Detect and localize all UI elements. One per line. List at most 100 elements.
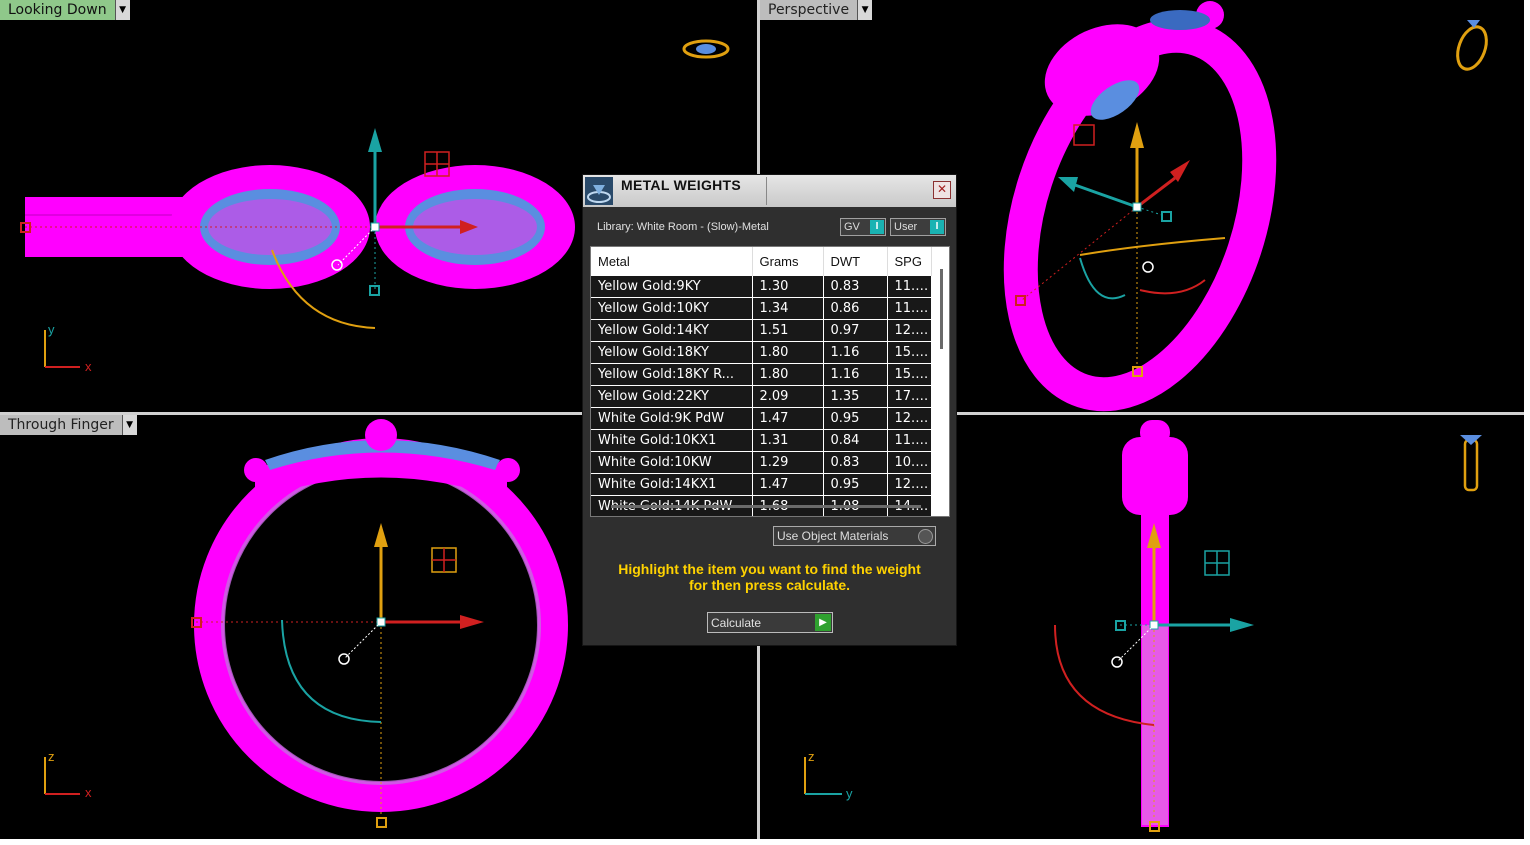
metal-weights-dialog: METAL WEIGHTS ✕ Library: White Room - (S… — [582, 174, 957, 646]
metal-table[interactable]: Metal Grams DWT SPG Yellow Gold:9KY 1.30 0… — [590, 246, 950, 517]
user-toggle[interactable]: User I — [890, 218, 946, 236]
dwt-cell: 1.35 — [823, 385, 888, 408]
gv-toggle-label: GV — [844, 221, 860, 233]
column-header-dwt[interactable]: DWT — [823, 247, 888, 276]
viewport-label-text: Looking Down — [0, 0, 115, 20]
spg-cell: 11.08 — [887, 276, 932, 298]
dwt-cell: 1.16 — [823, 363, 888, 386]
toggle-indicator-icon: I — [930, 220, 944, 234]
table-row[interactable]: White Gold:10KW 1.29 0.83 10.99 — [591, 451, 932, 474]
window-edge-bottom — [0, 839, 1530, 845]
library-label: Library: White Room - (Slow)-Metal — [597, 221, 769, 233]
ring-icon — [1456, 20, 1488, 71]
viewport-label-looking-down[interactable]: Looking Down ▼ — [0, 0, 130, 20]
svg-text:y: y — [846, 786, 853, 801]
horizontal-scrollbar[interactable] — [611, 505, 921, 508]
gv-toggle[interactable]: GV I — [840, 218, 886, 236]
table-row[interactable]: White Gold:14KX1 1.47 0.95 12.61 — [591, 473, 932, 496]
grams-cell: 1.29 — [752, 451, 824, 474]
table-row[interactable]: Yellow Gold:22KY 2.09 1.35 17.89 — [591, 385, 932, 408]
metal-cell: Yellow Gold:9KY — [591, 276, 753, 298]
grams-cell: 1.80 — [752, 341, 824, 364]
column-header-grams[interactable]: Grams — [752, 247, 824, 276]
dwt-cell: 0.84 — [823, 429, 888, 452]
grams-cell: 1.47 — [752, 407, 824, 430]
dwt-cell: 0.97 — [823, 319, 888, 342]
grams-cell: 1.34 — [752, 297, 824, 320]
viewport-label-text: Through Finger — [0, 415, 122, 435]
spg-cell: 10.99 — [887, 451, 932, 474]
spg-cell: 12.61 — [887, 473, 932, 496]
chevron-down-icon[interactable]: ▼ — [857, 0, 873, 20]
svg-text:z: z — [48, 749, 55, 764]
metal-cell: Yellow Gold:18KY — [591, 341, 753, 364]
ring-icon — [1460, 435, 1482, 492]
spg-cell: 15.41 — [887, 341, 932, 364]
table-row[interactable]: Yellow Gold:14KY 1.51 0.97 12.88 — [591, 319, 932, 342]
grams-cell: 1.80 — [752, 363, 824, 386]
grams-cell: 1.31 — [752, 429, 824, 452]
metal-weights-table: Metal Grams DWT SPG Yellow Gold:9KY 1.30 0… — [591, 247, 932, 516]
spg-cell: 17.89 — [887, 385, 932, 408]
grams-cell: 2.09 — [752, 385, 824, 408]
metal-cell: White Gold:14KX1 — [591, 473, 753, 496]
svg-text:y: y — [48, 322, 55, 337]
instruction-line-2: for then press calculate. — [688, 577, 851, 593]
dwt-cell: 1.16 — [823, 341, 888, 364]
grams-cell: 1.51 — [752, 319, 824, 342]
metal-cell: Yellow Gold:14KY — [591, 319, 753, 342]
metal-cell: White Gold:9K PdW — [591, 407, 753, 430]
dwt-cell: 0.83 — [823, 276, 888, 298]
instruction-text: Highlight the item you want to find the … — [583, 561, 956, 593]
chevron-down-icon[interactable]: ▼ — [114, 0, 130, 20]
table-row[interactable]: Yellow Gold:18KY R... 1.80 1.16 15.41 — [591, 363, 932, 386]
vertical-scrollbar[interactable] — [940, 269, 943, 349]
viewport-label-through-finger[interactable]: Through Finger ▼ — [0, 415, 137, 435]
table-row[interactable]: Yellow Gold:10KY 1.34 0.86 11.45 — [591, 297, 932, 320]
svg-text:z: z — [808, 749, 815, 764]
app-logo-icon — [585, 177, 613, 205]
metal-cell: Yellow Gold:22KY — [591, 385, 753, 408]
column-header-metal[interactable]: Metal — [591, 247, 753, 276]
grams-cell: 1.47 — [752, 473, 824, 496]
title-separator — [766, 177, 767, 205]
radio-indicator-icon — [918, 528, 933, 544]
table-row[interactable]: White Gold:9K PdW 1.47 0.95 12.59 — [591, 407, 932, 430]
user-toggle-label: User — [894, 221, 918, 233]
viewport-label-text: Perspective — [760, 0, 858, 20]
spg-cell: 15.41 — [887, 363, 932, 386]
dwt-cell: 0.86 — [823, 297, 888, 320]
spg-cell: 12.88 — [887, 319, 932, 342]
metal-cell: Yellow Gold:10KY — [591, 297, 753, 320]
dialog-title: METAL WEIGHTS — [621, 177, 742, 193]
dwt-cell: 0.83 — [823, 451, 888, 474]
chevron-down-icon[interactable]: ▼ — [121, 415, 137, 435]
calculate-button[interactable]: Calculate ▶ — [707, 612, 833, 633]
ring-icon — [682, 39, 730, 59]
spg-cell: 11.45 — [887, 297, 932, 320]
calculate-label: Calculate — [711, 615, 762, 630]
metal-cell: White Gold:10KW — [591, 451, 753, 474]
svg-text:x: x — [85, 785, 92, 800]
table-header-row: Metal Grams DWT SPG — [591, 247, 932, 276]
spg-cell: 11.18 — [887, 429, 932, 452]
metal-cell: White Gold:10KX1 — [591, 429, 753, 452]
instruction-line-1: Highlight the item you want to find the … — [618, 561, 921, 577]
close-icon[interactable]: ✕ — [933, 181, 951, 199]
window-edge-right — [1524, 0, 1530, 845]
metal-cell: Yellow Gold:18KY R... — [591, 363, 753, 386]
use-object-materials-label: Use Object Materials — [777, 529, 889, 543]
dwt-cell: 0.95 — [823, 473, 888, 496]
play-arrow-icon: ▶ — [815, 614, 831, 631]
viewport-label-perspective[interactable]: Perspective ▼ — [760, 0, 873, 20]
table-row[interactable]: Yellow Gold:18KY 1.80 1.16 15.41 — [591, 341, 932, 364]
grams-cell: 1.30 — [752, 276, 824, 298]
table-row[interactable]: Yellow Gold:9KY 1.30 0.83 11.08 — [591, 276, 932, 298]
dwt-cell: 0.95 — [823, 407, 888, 430]
column-header-spg[interactable]: SPG — [887, 247, 932, 276]
dialog-title-bar[interactable]: METAL WEIGHTS ✕ — [583, 175, 956, 207]
use-object-materials-button[interactable]: Use Object Materials — [773, 526, 936, 546]
svg-text:x: x — [85, 359, 92, 374]
toggle-indicator-icon: I — [870, 220, 884, 234]
table-row[interactable]: White Gold:10KX1 1.31 0.84 11.18 — [591, 429, 932, 452]
